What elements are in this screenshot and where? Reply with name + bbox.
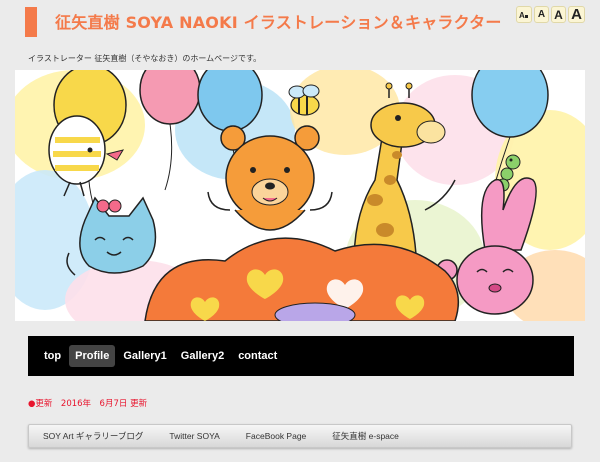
- heart-blanket: [144, 237, 460, 321]
- site-header: 征矢直樹 SOYA NAOKI イラストレーション＆キャラクター A A A A: [0, 0, 600, 50]
- footer-links-bar: SOY Art ギャラリーブログ Twitter SOYA FaceBook P…: [28, 424, 572, 448]
- font-medium-button[interactable]: A: [551, 6, 566, 23]
- footer-link-facebook[interactable]: FaceBook Page: [246, 431, 306, 441]
- font-large-button[interactable]: A: [568, 6, 585, 23]
- hero-illustration: [15, 70, 585, 321]
- title-accent-bar: [25, 7, 37, 37]
- nav-item-profile[interactable]: Profile: [69, 345, 116, 367]
- site-title[interactable]: 征矢直樹 SOYA NAOKI イラストレーション＆キャラクター: [55, 9, 502, 33]
- font-reset-icon[interactable]: A: [516, 6, 532, 23]
- nav-item-contact[interactable]: contact: [232, 345, 283, 367]
- nav-item-top[interactable]: top: [38, 345, 67, 367]
- main-nav: top Profile Gallery1 Gallery2 contact: [28, 336, 574, 376]
- bear-character: [207, 125, 333, 231]
- svg-text:A: A: [519, 11, 525, 20]
- update-notice: ●更新 2016年 6月7日 更新: [28, 399, 148, 409]
- font-size-controls: A A A A: [516, 6, 585, 23]
- font-small-button[interactable]: A: [534, 6, 549, 23]
- site-tagline: イラストレーター 征矢直樹（そやなおき）のホームページです。: [28, 54, 262, 63]
- nav-item-gallery1[interactable]: Gallery1: [117, 345, 172, 367]
- footer-link-blog[interactable]: SOY Art ギャラリーブログ: [43, 430, 143, 442]
- footer-link-twitter[interactable]: Twitter SOYA: [169, 431, 219, 441]
- footer-link-espace[interactable]: 征矢直樹 e-space: [332, 430, 399, 442]
- bee-character: [288, 84, 320, 116]
- nav-item-gallery2[interactable]: Gallery2: [175, 345, 230, 367]
